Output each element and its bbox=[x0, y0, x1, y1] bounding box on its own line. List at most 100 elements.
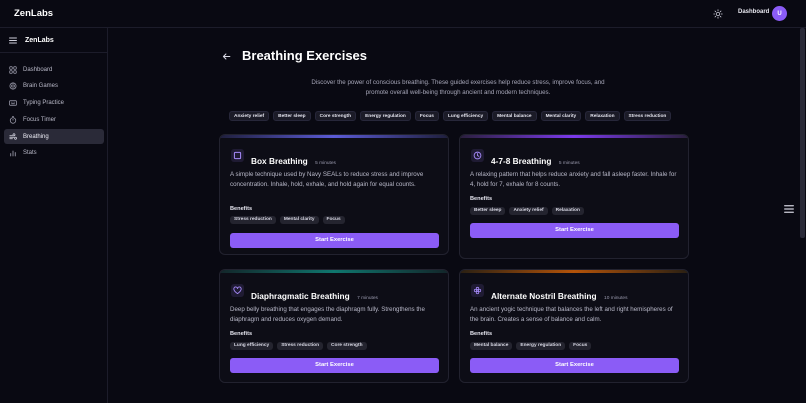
card-icon-badge bbox=[471, 284, 484, 297]
card-icon-badge bbox=[471, 149, 484, 162]
benefits-list: Lung efficiency Stress reduction Core st… bbox=[230, 342, 367, 350]
sidebar-item-typing-practice[interactable]: Typing Practice bbox=[4, 96, 104, 111]
card-title: 4-7-8 Breathing bbox=[491, 156, 552, 166]
start-exercise-button[interactable]: Start Exercise bbox=[470, 223, 679, 238]
heart-icon bbox=[233, 286, 242, 295]
brain-icon bbox=[9, 82, 17, 90]
card-header: 4-7-8 Breathing 5 minutes bbox=[491, 151, 580, 169]
card-duration: 5 minutes bbox=[315, 161, 336, 166]
sidebar-item-stats[interactable]: Stats bbox=[4, 146, 104, 161]
benefit-badge: Lung efficiency bbox=[230, 342, 274, 350]
sidebar-item-focus-timer[interactable]: Focus Timer bbox=[4, 112, 104, 127]
sun-icon[interactable] bbox=[713, 9, 723, 19]
benefits-list: Mental balance Energy regulation Focus bbox=[470, 342, 592, 350]
tag-filter[interactable]: Mental clarity bbox=[540, 111, 582, 121]
card-duration: 5 minutes bbox=[558, 161, 580, 166]
benefit-badge: Stress reduction bbox=[277, 342, 324, 350]
sidebar-title: ZenLabs bbox=[25, 37, 54, 44]
tag-filter[interactable]: Stress reduction bbox=[623, 111, 672, 121]
clock-icon bbox=[473, 151, 482, 160]
card-description: An ancient yogic technique that balances… bbox=[470, 306, 673, 323]
bar-chart-icon bbox=[10, 151, 16, 157]
brand-logo[interactable]: ZenLabs bbox=[14, 8, 53, 19]
card-icon-badge bbox=[231, 284, 244, 297]
floating-menu-icon[interactable] bbox=[783, 204, 795, 214]
benefit-badge: Energy regulation bbox=[516, 342, 566, 350]
tag-filter[interactable]: Lung efficiency bbox=[442, 111, 489, 121]
benefits-list: Stress reduction Mental clarity Focus bbox=[230, 216, 345, 224]
start-exercise-button[interactable]: Start Exercise bbox=[470, 358, 679, 373]
benefits-label: Benefits bbox=[470, 331, 493, 337]
back-arrow-icon[interactable] bbox=[222, 52, 231, 61]
square-icon bbox=[233, 151, 242, 160]
exercise-card-box-breathing: Box Breathing 5 minutes A simple techniq… bbox=[219, 134, 449, 255]
benefit-badge: Core strength bbox=[327, 342, 367, 350]
tag-filter[interactable]: Focus bbox=[414, 111, 439, 121]
card-title: Box Breathing bbox=[251, 156, 308, 166]
benefit-badge: Focus bbox=[322, 216, 345, 224]
start-exercise-button[interactable]: Start Exercise bbox=[230, 358, 439, 373]
sidebar-item-label: Focus Timer bbox=[23, 116, 57, 123]
exercise-card-4-7-8-breathing: 4-7-8 Breathing 5 minutes A relaxing pat… bbox=[459, 134, 689, 259]
wind-icon bbox=[9, 133, 17, 140]
benefits-list: Better sleep Anxiety relief Relaxation bbox=[470, 207, 584, 215]
benefit-badge: Relaxation bbox=[551, 207, 584, 215]
sidebar: ZenLabs Dashboard Brain Games Typing Pra… bbox=[0, 28, 108, 403]
benefits-label: Benefits bbox=[230, 331, 253, 337]
benefit-badge: Mental balance bbox=[470, 342, 513, 350]
sidebar-item-label: Brain Games bbox=[23, 83, 59, 90]
benefits-label: Benefits bbox=[470, 196, 493, 202]
top-bar: ZenLabs Dashboard U bbox=[0, 0, 806, 28]
timer-icon bbox=[9, 116, 17, 124]
card-header: Alternate Nostril Breathing 10 minutes bbox=[491, 286, 628, 304]
card-description: A simple technique used by Navy SEALs to… bbox=[230, 171, 424, 188]
sidebar-header: ZenLabs bbox=[0, 28, 108, 53]
tag-filter[interactable]: Relaxation bbox=[585, 111, 620, 121]
tag-filter-list: Anxiety relief Better sleep Core strengt… bbox=[229, 111, 672, 121]
benefits-label: Benefits bbox=[230, 206, 253, 212]
sidebar-item-label: Typing Practice bbox=[23, 100, 65, 107]
card-accent-bar bbox=[220, 135, 448, 138]
scrollbar[interactable] bbox=[800, 28, 805, 238]
sidebar-item-label: Stats bbox=[23, 150, 37, 157]
exercise-card-diaphragmatic-breathing: Diaphragmatic Breathing 7 minutes Deep b… bbox=[219, 269, 449, 383]
top-dashboard-link[interactable]: Dashboard bbox=[738, 9, 769, 15]
benefit-badge: Anxiety relief bbox=[509, 207, 548, 215]
card-accent-bar bbox=[460, 270, 688, 273]
sidebar-item-dashboard[interactable]: Dashboard bbox=[4, 62, 104, 77]
avatar[interactable]: U bbox=[772, 6, 787, 21]
tag-filter[interactable]: Energy regulation bbox=[360, 111, 411, 121]
benefit-badge: Mental clarity bbox=[279, 216, 319, 224]
flower-icon bbox=[473, 286, 482, 295]
benefit-badge: Focus bbox=[569, 342, 592, 350]
tag-filter[interactable]: Anxiety relief bbox=[229, 111, 270, 121]
card-icon-badge bbox=[231, 149, 244, 162]
benefit-badge: Stress reduction bbox=[230, 216, 276, 224]
keyboard-icon bbox=[9, 100, 17, 106]
card-header: Diaphragmatic Breathing 7 minutes bbox=[251, 286, 378, 304]
tag-filter[interactable]: Better sleep bbox=[273, 111, 311, 121]
menu-icon[interactable] bbox=[9, 37, 17, 44]
card-duration: 7 minutes bbox=[357, 296, 378, 301]
card-header: Box Breathing 5 minutes bbox=[251, 151, 336, 169]
card-accent-bar bbox=[220, 270, 448, 273]
card-accent-bar bbox=[460, 135, 688, 138]
tag-filter[interactable]: Mental balance bbox=[492, 111, 537, 121]
sidebar-item-label: Breathing bbox=[23, 133, 49, 140]
sidebar-item-label: Dashboard bbox=[23, 66, 53, 73]
card-description: Deep belly breathing that engages the di… bbox=[230, 306, 425, 323]
grid-icon bbox=[9, 65, 17, 74]
page-title: Breathing Exercises bbox=[242, 48, 368, 63]
card-description: A relaxing pattern that helps reduce anx… bbox=[470, 171, 677, 188]
card-duration: 10 minutes bbox=[604, 296, 628, 301]
card-title: Alternate Nostril Breathing bbox=[491, 291, 597, 301]
tag-filter[interactable]: Core strength bbox=[314, 111, 357, 121]
sidebar-nav: Dashboard Brain Games Typing Practice Fo… bbox=[4, 62, 104, 163]
sidebar-item-brain-games[interactable]: Brain Games bbox=[4, 79, 104, 94]
exercise-card-alternate-nostril-breathing: Alternate Nostril Breathing 10 minutes A… bbox=[459, 269, 689, 383]
card-title: Diaphragmatic Breathing bbox=[251, 291, 350, 301]
start-exercise-button[interactable]: Start Exercise bbox=[230, 233, 439, 248]
benefit-badge: Better sleep bbox=[470, 207, 506, 215]
intro-text: Discover the power of conscious breathin… bbox=[311, 79, 605, 96]
sidebar-item-breathing[interactable]: Breathing bbox=[4, 129, 104, 145]
